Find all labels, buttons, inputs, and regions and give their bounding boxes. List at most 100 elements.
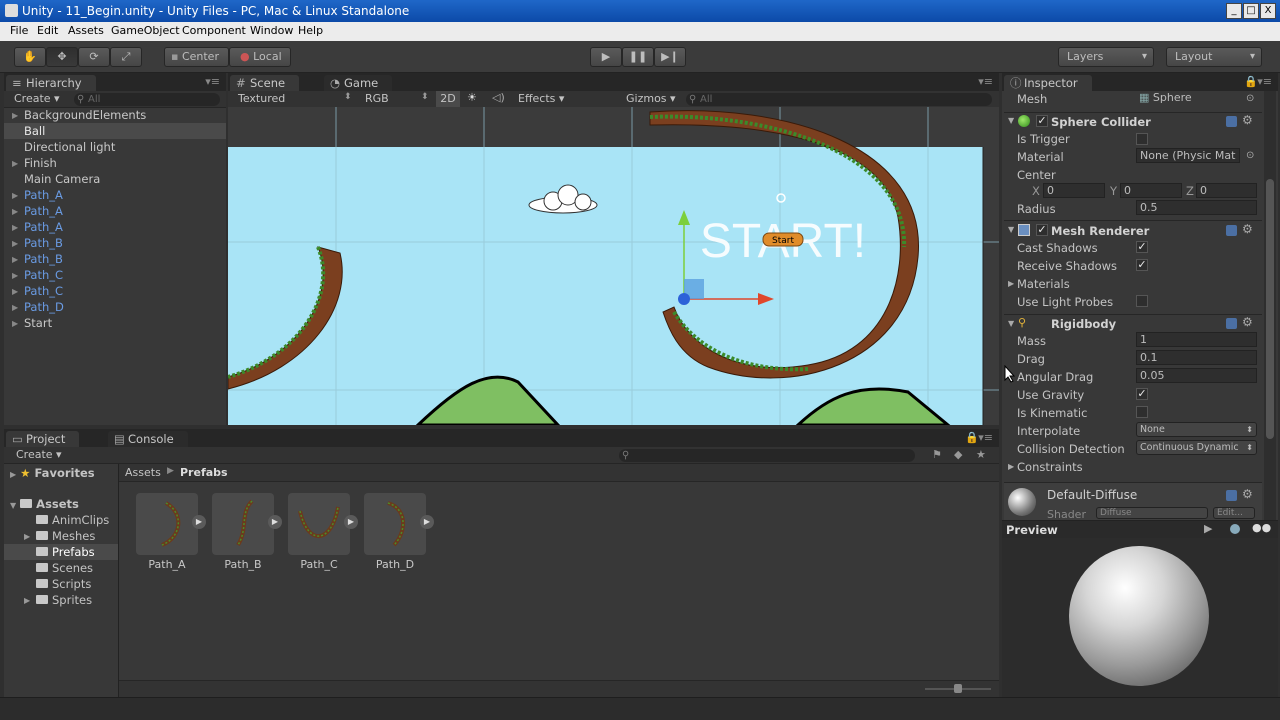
render-mode-dropdown[interactable]: Textured bbox=[238, 92, 285, 105]
favorites-folder[interactable]: ▶ ★ Favorites bbox=[10, 466, 95, 480]
hierarchy-item[interactable]: Path_A bbox=[24, 188, 63, 202]
hierarchy-item[interactable]: Path_B bbox=[24, 252, 63, 266]
material-gear-icon[interactable]: ⚙ bbox=[1242, 487, 1253, 501]
mesh-renderer-gear-icon[interactable]: ⚙ bbox=[1242, 222, 1253, 236]
rigidbody-help-icon[interactable] bbox=[1226, 318, 1237, 329]
hierarchy-item[interactable]: Directional light bbox=[24, 140, 115, 154]
pause-button[interactable]: ❚❚ bbox=[622, 47, 654, 67]
center-x-field[interactable]: 0 bbox=[1043, 183, 1105, 198]
tab-hierarchy[interactable]: ≡ Hierarchy bbox=[6, 75, 96, 91]
breadcrumb-assets[interactable]: Assets bbox=[125, 466, 161, 479]
project-folder-item[interactable]: Scenes bbox=[36, 561, 93, 575]
lighting-toggle-icon[interactable]: ☀ bbox=[467, 91, 477, 104]
hierarchy-item[interactable]: Start bbox=[24, 316, 52, 330]
scene-search-input[interactable]: ⚲ All bbox=[686, 93, 992, 106]
hierarchy-item[interactable]: Path_C bbox=[24, 268, 63, 282]
maximize-button[interactable]: □ bbox=[1243, 3, 1259, 19]
rigidbody-fold-icon[interactable]: ▼ bbox=[1008, 319, 1014, 328]
project-search-input[interactable]: ⚲ bbox=[619, 449, 915, 462]
hierarchy-item[interactable]: Main Camera bbox=[24, 172, 100, 186]
preview-play-icon[interactable]: ▶ bbox=[1204, 522, 1212, 535]
mesh-renderer-enabled-checkbox[interactable]: ✓ bbox=[1036, 224, 1048, 236]
breadcrumb-prefabs[interactable]: Prefabs bbox=[180, 466, 228, 479]
layout-dropdown[interactable]: Layout bbox=[1166, 47, 1262, 67]
angular-drag-field[interactable]: 0.05 bbox=[1136, 368, 1257, 383]
expand-arrow-icon[interactable]: ▶ bbox=[12, 255, 18, 264]
preview-area[interactable] bbox=[1002, 538, 1278, 697]
scene-panel-menu-icon[interactable]: ▾≡ bbox=[978, 75, 993, 88]
tab-project[interactable]: ▭ Project bbox=[6, 431, 80, 447]
inspector-lock-icon[interactable]: 🔒 bbox=[1244, 75, 1258, 88]
panel-menu-icon[interactable]: ▾≡ bbox=[205, 75, 220, 88]
shader-edit-button[interactable]: Edit... bbox=[1213, 507, 1255, 519]
use-light-probes-checkbox[interactable] bbox=[1136, 295, 1148, 307]
menu-help[interactable]: Help bbox=[298, 24, 323, 37]
expand-prefab-icon[interactable]: ▶ bbox=[192, 515, 206, 529]
materials-fold-icon[interactable]: ▶ bbox=[1008, 279, 1014, 288]
material-picker-icon[interactable]: ⊙ bbox=[1246, 150, 1254, 161]
hierarchy-item[interactable]: Path_A bbox=[24, 220, 63, 234]
sphere-collider-gear-icon[interactable]: ⚙ bbox=[1242, 113, 1253, 127]
menu-assets[interactable]: Assets bbox=[68, 24, 104, 37]
hierarchy-create-button[interactable]: Create ▾ bbox=[14, 92, 60, 105]
mesh-field[interactable]: ▦ Sphere bbox=[1136, 91, 1257, 106]
collision-detection-dropdown[interactable]: Continuous Dynamic ⬍ bbox=[1136, 440, 1257, 455]
lock-icon[interactable]: 🔒 bbox=[965, 431, 979, 444]
tab-game[interactable]: ◔ Game bbox=[324, 75, 393, 91]
project-folder-item[interactable]: Scripts bbox=[36, 577, 91, 591]
move-tool-button[interactable]: ✥ bbox=[46, 47, 78, 67]
menu-component[interactable]: Component bbox=[182, 24, 246, 37]
expand-arrow-icon[interactable]: ▶ bbox=[12, 287, 18, 296]
center-z-field[interactable]: 0 bbox=[1196, 183, 1257, 198]
tab-console[interactable]: ▤ Console bbox=[108, 431, 188, 447]
project-create-button[interactable]: Create ▾ bbox=[16, 448, 62, 461]
preview-lights-icon[interactable]: ●● bbox=[1252, 521, 1271, 534]
preview-sphere-icon[interactable] bbox=[1230, 524, 1240, 534]
step-button[interactable]: ▶❙ bbox=[654, 47, 686, 67]
expand-arrow-icon[interactable]: ▶ bbox=[12, 319, 18, 328]
inspector-scrollbar-thumb[interactable] bbox=[1266, 179, 1274, 439]
shader-dropdown[interactable]: Diffuse bbox=[1096, 507, 1208, 519]
filter-type-icon[interactable]: ⚑ bbox=[932, 448, 942, 461]
expand-arrow-icon[interactable]: ▶ bbox=[24, 532, 30, 541]
mesh-renderer-help-icon[interactable] bbox=[1226, 225, 1237, 236]
interpolate-dropdown[interactable]: None ⬍ bbox=[1136, 422, 1257, 437]
menu-gameobject[interactable]: GameObject bbox=[111, 24, 180, 37]
project-folder-item[interactable]: Prefabs bbox=[36, 545, 95, 559]
hierarchy-item[interactable]: Path_D bbox=[24, 300, 64, 314]
constraints-fold-icon[interactable]: ▶ bbox=[1008, 462, 1014, 471]
rotate-tool-button[interactable]: ⟳ bbox=[78, 47, 110, 67]
filter-label-icon[interactable]: ◆ bbox=[954, 448, 962, 461]
close-button[interactable]: X bbox=[1260, 3, 1276, 19]
hierarchy-item[interactable]: Path_C bbox=[24, 284, 63, 298]
sphere-collider-help-icon[interactable] bbox=[1226, 116, 1237, 127]
cast-shadows-checkbox[interactable]: ✓ bbox=[1136, 241, 1148, 253]
expand-prefab-icon[interactable]: ▶ bbox=[344, 515, 358, 529]
is-trigger-checkbox[interactable] bbox=[1136, 133, 1148, 145]
window-title-bar[interactable]: Unity - 11_Begin.unity - Unity Files - P… bbox=[0, 0, 1280, 22]
prefab-asset-thumbnail[interactable] bbox=[364, 493, 426, 555]
play-button[interactable]: ▶ bbox=[590, 47, 622, 67]
prefab-asset-thumbnail[interactable] bbox=[212, 493, 274, 555]
tab-inspector[interactable]: ⓘ Inspector bbox=[1004, 75, 1092, 91]
mass-field[interactable]: 1 bbox=[1136, 332, 1257, 347]
rigidbody-header[interactable] bbox=[1004, 314, 1262, 332]
material-field[interactable]: None (Physic Mat bbox=[1136, 148, 1240, 163]
receive-shadows-checkbox[interactable]: ✓ bbox=[1136, 259, 1148, 271]
pivot-local-toggle[interactable]: ● Local bbox=[229, 47, 291, 67]
inspector-scrollbar[interactable] bbox=[1264, 91, 1276, 520]
center-y-field[interactable]: 0 bbox=[1120, 183, 1182, 198]
hierarchy-item[interactable]: Path_B bbox=[24, 236, 63, 250]
project-folder-item[interactable]: Sprites bbox=[36, 593, 92, 607]
expand-arrow-icon[interactable]: ▶ bbox=[12, 271, 18, 280]
expand-arrow-icon[interactable]: ▶ bbox=[12, 111, 18, 120]
project-folder-item[interactable]: Meshes bbox=[36, 529, 95, 543]
project-folder-item[interactable]: AnimClips bbox=[36, 513, 109, 527]
expand-prefab-icon[interactable]: ▶ bbox=[420, 515, 434, 529]
constraints-label[interactable]: Constraints bbox=[1017, 460, 1083, 474]
project-panel-menu-icon[interactable]: ▾≡ bbox=[978, 431, 993, 444]
drag-field[interactable]: 0.1 bbox=[1136, 350, 1257, 365]
materials-label[interactable]: Materials bbox=[1017, 277, 1070, 291]
mode-2d-toggle[interactable]: 2D bbox=[436, 91, 460, 107]
mesh-picker-icon[interactable]: ⊙ bbox=[1246, 93, 1254, 104]
